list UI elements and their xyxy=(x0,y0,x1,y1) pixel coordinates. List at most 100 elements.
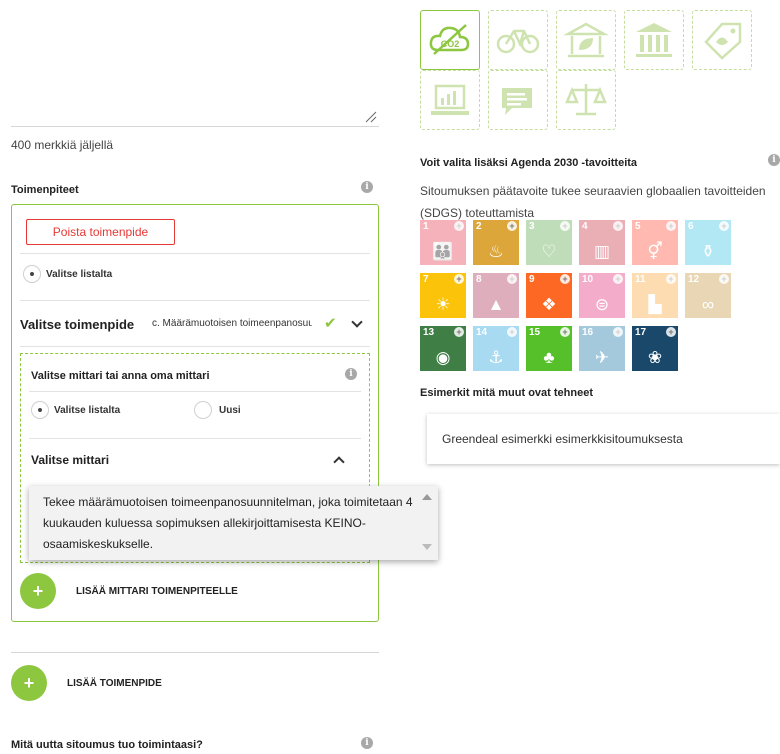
plus-icon[interactable]: + xyxy=(666,327,676,337)
category-bicycle[interactable] xyxy=(488,10,548,70)
plus-icon[interactable]: + xyxy=(507,274,517,284)
metric-from-list-label: Valitse listalta xyxy=(54,405,121,416)
sdg-goal-number: 5 xyxy=(635,221,641,232)
info-icon[interactable]: i xyxy=(361,181,373,193)
sdg-goal-icon: ▲ xyxy=(487,295,505,314)
category-co2[interactable]: CO2 xyxy=(420,10,480,70)
sdg-goal-number: 2 xyxy=(476,221,482,232)
tag-icon xyxy=(704,22,742,60)
sdg-goal-6[interactable]: 6 + ⚱ xyxy=(685,220,731,265)
sdg-goal-9[interactable]: 9 + ❖ xyxy=(526,273,572,318)
plus-icon[interactable]: + xyxy=(666,274,676,284)
sdg-goal-11[interactable]: 11 + ▙ xyxy=(632,273,678,318)
sdg-goal-2[interactable]: 2 + ♨ xyxy=(473,220,519,265)
plus-icon[interactable]: + xyxy=(454,327,464,337)
sdg-goal-number: 10 xyxy=(582,274,594,285)
category-chat[interactable] xyxy=(488,70,548,130)
plus-icon[interactable]: + xyxy=(560,327,570,337)
laptop-chart-icon xyxy=(431,84,469,115)
sdg-goal-13[interactable]: 13 + ◉ xyxy=(420,326,466,371)
divider xyxy=(20,300,370,301)
dropdown-option[interactable]: Tekee määrämuotoisen toimeenpanosuunnite… xyxy=(43,492,413,555)
sdg-goal-5[interactable]: 5 + ⚥ xyxy=(632,220,678,265)
category-scales[interactable] xyxy=(556,70,616,130)
chevron-down-icon[interactable] xyxy=(351,316,363,328)
metric-dropdown[interactable]: Tekee määrämuotoisen toimeenpanosuunnite… xyxy=(29,486,438,560)
commitment-textarea[interactable] xyxy=(11,0,379,127)
sdg-description-line-1: Sitoumuksen päätavoite tukee seuraavien … xyxy=(420,184,766,198)
examples-heading: Esimerkit mitä muut ovat tehneet xyxy=(420,387,593,399)
sdg-goal-icon: ⊜ xyxy=(594,295,610,314)
divider xyxy=(20,346,370,347)
sdg-goal-icon: ⚱ xyxy=(700,242,716,261)
sdg-goal-12[interactable]: 12 + ∞ xyxy=(685,273,731,318)
add-measure-button[interactable]: + xyxy=(11,665,47,701)
sdg-goal-icon: ❖ xyxy=(541,295,557,314)
sdg-goal-icon: ▥ xyxy=(593,242,611,261)
chevron-up-icon[interactable] xyxy=(333,456,345,468)
sdg-heading: Voit valita lisäksi Agenda 2030 -tavoitt… xyxy=(420,157,638,169)
what-new-label: Mitä uutta sitoumus tuo toimintaasi? xyxy=(11,739,203,751)
plus-icon[interactable]: + xyxy=(613,327,623,337)
add-metric-button[interactable]: + xyxy=(20,573,56,609)
add-measure-label[interactable]: LISÄÄ TOIMENPIDE xyxy=(67,678,162,689)
metric-new-radio[interactable] xyxy=(194,401,212,419)
sdg-goal-17[interactable]: 17 + ❀ xyxy=(632,326,678,371)
sdg-goal-8[interactable]: 8 + ▲ xyxy=(473,273,519,318)
add-metric-label[interactable]: LISÄÄ MITTARI TOIMENPITEELLE xyxy=(76,586,238,597)
sdg-goal-16[interactable]: 16 + ✈ xyxy=(579,326,625,371)
sdg-goal-number: 17 xyxy=(635,327,647,338)
sdg-goal-14[interactable]: 14 + ⚓ xyxy=(473,326,519,371)
example-card-text: Greendeal esimerkki esimerkkisitoumukses… xyxy=(442,432,683,446)
plus-icon[interactable]: + xyxy=(613,274,623,284)
plus-icon[interactable]: + xyxy=(560,274,570,284)
scroll-down-icon[interactable] xyxy=(422,544,432,550)
plus-icon[interactable]: + xyxy=(507,327,517,337)
category-institution[interactable] xyxy=(624,10,684,70)
sdg-goal-1[interactable]: 1 + 👪 xyxy=(420,220,466,265)
measure-from-list-radio[interactable] xyxy=(23,265,41,283)
plus-icon[interactable]: + xyxy=(719,274,729,284)
sdg-goal-icon: ⚥ xyxy=(647,242,663,261)
category-laptop-chart[interactable] xyxy=(420,70,480,130)
plus-icon[interactable]: + xyxy=(560,221,570,231)
sdg-goal-number: 8 xyxy=(476,274,482,285)
metric-new-label: Uusi xyxy=(219,405,241,416)
example-card[interactable]: Greendeal esimerkki esimerkkisitoumukses… xyxy=(427,414,780,464)
info-icon[interactable]: i xyxy=(361,737,373,749)
plus-icon[interactable]: + xyxy=(666,221,676,231)
category-green-building[interactable] xyxy=(556,10,616,70)
plus-icon[interactable]: + xyxy=(719,221,729,231)
plus-icon[interactable]: + xyxy=(454,221,464,231)
info-icon[interactable]: i xyxy=(768,154,780,166)
scales-icon xyxy=(565,84,607,116)
sdg-goal-icon: ◉ xyxy=(435,348,451,367)
select-measure-value[interactable]: c. Määrämuotoisen toimeenpanosuunnitelma… xyxy=(152,318,312,329)
sdg-goal-icon: 👪 xyxy=(432,242,454,261)
sdg-goal-number: 9 xyxy=(529,274,535,285)
divider xyxy=(20,253,370,254)
plus-icon[interactable]: + xyxy=(613,221,623,231)
sdg-goal-icon: ⚓ xyxy=(488,348,504,367)
sdg-goal-7[interactable]: 7 + ☀ xyxy=(420,273,466,318)
scroll-up-icon[interactable] xyxy=(422,494,432,500)
plus-icon[interactable]: + xyxy=(507,221,517,231)
sdg-goal-4[interactable]: 4 + ▥ xyxy=(579,220,625,265)
remove-measure-button[interactable]: Poista toimenpide xyxy=(26,219,175,245)
sdg-goal-icon: ♨ xyxy=(488,242,504,261)
plus-icon[interactable]: + xyxy=(454,274,464,284)
divider xyxy=(29,438,361,439)
category-tag[interactable] xyxy=(692,10,752,70)
resize-grip-icon[interactable] xyxy=(365,111,377,123)
sdg-goal-15[interactable]: 15 + ♣ xyxy=(526,326,572,371)
sdg-goal-number: 6 xyxy=(688,221,694,232)
sdg-goal-10[interactable]: 10 + ⊜ xyxy=(579,273,625,318)
info-icon[interactable]: i xyxy=(345,368,357,380)
sdg-goal-icon: ♡ xyxy=(541,242,557,261)
metric-from-list-radio[interactable] xyxy=(31,401,49,419)
sdg-goal-icon: ✈ xyxy=(594,348,610,367)
sdg-goal-number: 13 xyxy=(423,327,435,338)
sdg-goal-3[interactable]: 3 + ♡ xyxy=(526,220,572,265)
sdg-goal-icon: ☀ xyxy=(435,295,451,314)
sdg-goal-number: 4 xyxy=(582,221,588,232)
